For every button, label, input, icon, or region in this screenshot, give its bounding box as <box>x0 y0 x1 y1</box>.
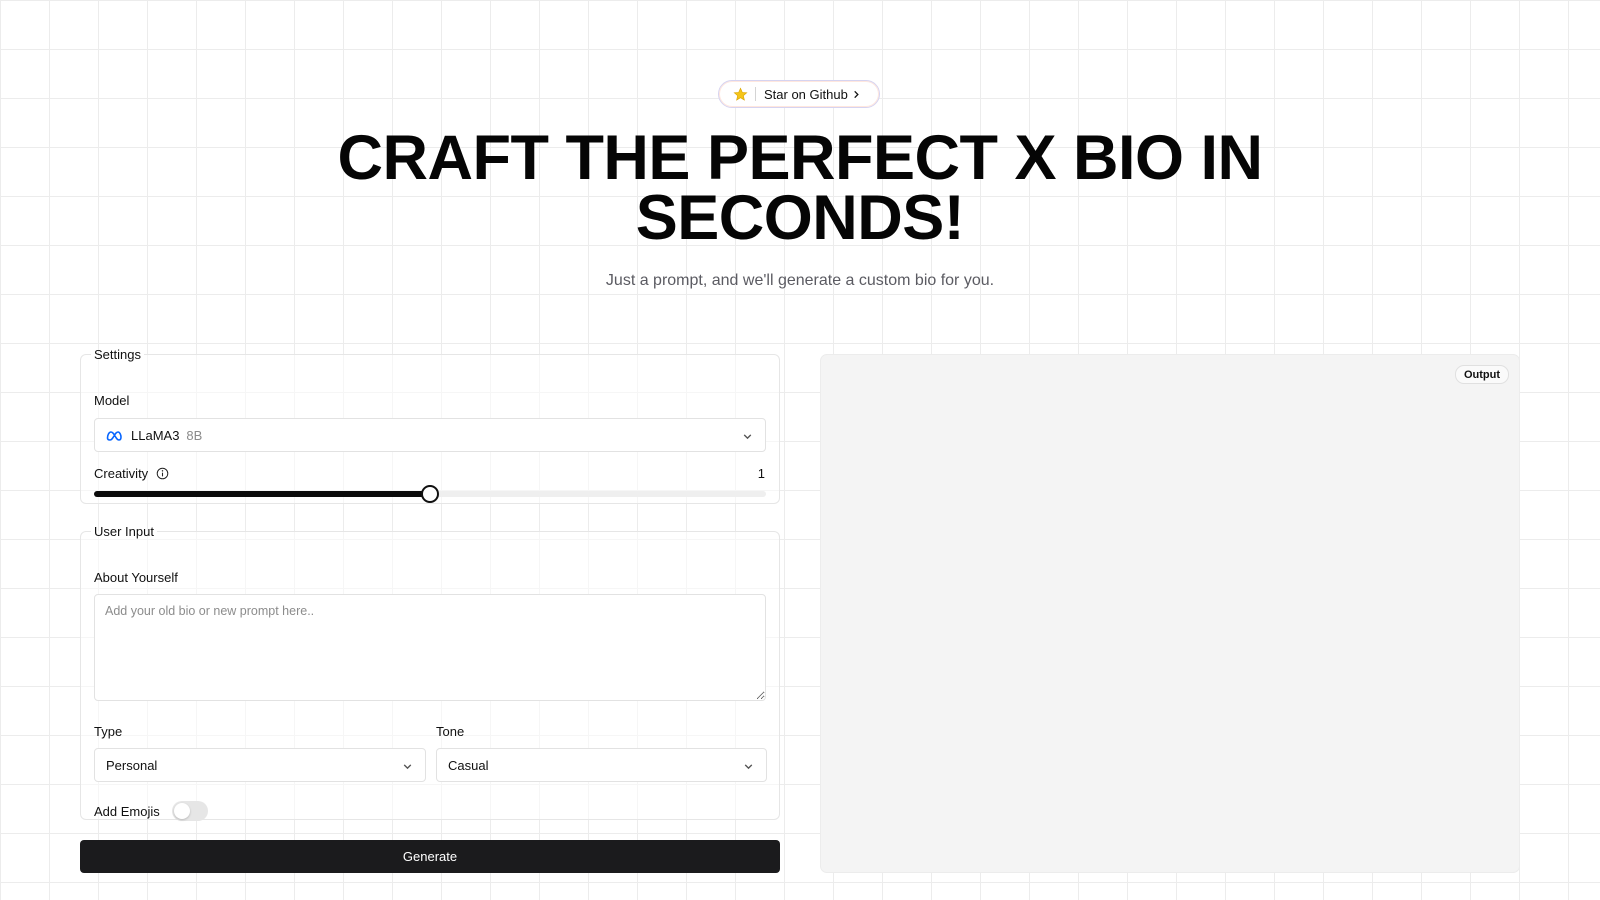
add-emojis-label: Add Emojis <box>94 804 160 819</box>
generate-button[interactable]: Generate <box>80 840 780 873</box>
creativity-label: Creativity <box>94 466 149 481</box>
model-label: Model <box>94 393 130 408</box>
model-name: LLaMA3 <box>131 427 180 443</box>
settings-legend: Settings <box>94 347 141 362</box>
about-yourself-input[interactable] <box>94 594 766 701</box>
model-select[interactable]: LLaMA3 8B <box>94 418 766 452</box>
creativity-slider[interactable] <box>94 485 766 503</box>
github-label: Star on Github <box>764 86 848 102</box>
page-title-line-2: SECONDS! <box>635 183 965 253</box>
pill-divider <box>755 87 756 101</box>
type-value: Personal <box>106 757 158 773</box>
output-panel: Output <box>820 354 1520 873</box>
add-emojis-toggle[interactable] <box>172 801 208 821</box>
page-subtitle: Just a prompt, and we'll generate a cust… <box>605 272 995 289</box>
tone-value: Casual <box>448 757 489 773</box>
creativity-slider-fill <box>94 491 430 497</box>
user-input-legend: User Input <box>94 524 154 539</box>
creativity-label-row: Creativity <box>94 466 169 481</box>
user-input-card: User Input About Yourself Type Tone Pers… <box>80 524 780 821</box>
chevron-down-icon <box>742 430 753 445</box>
info-icon[interactable] <box>156 467 169 480</box>
type-select[interactable]: Personal <box>94 748 426 782</box>
star-on-github-button[interactable]: Star on Github <box>718 80 880 108</box>
star-icon <box>719 86 749 102</box>
chevron-right-icon <box>852 90 861 99</box>
creativity-slider-thumb[interactable] <box>421 485 439 503</box>
meta-logo-icon <box>105 429 123 441</box>
output-badge: Output <box>1454 365 1509 384</box>
settings-card: Settings Model LLaMA3 8B Creativity 1 <box>80 347 780 504</box>
creativity-value: 1 <box>757 466 765 481</box>
type-label: Type <box>94 724 123 739</box>
about-yourself-label: About Yourself <box>94 570 178 585</box>
page-title-line-1: CRAFT THE PERFECT X BIO IN <box>337 123 1263 193</box>
page-title: CRAFT THE PERFECT X BIO IN SECONDS! <box>0 123 1600 253</box>
model-size: 8B <box>186 427 203 443</box>
tone-label: Tone <box>436 724 465 739</box>
tone-select[interactable]: Casual <box>436 748 767 782</box>
chevron-down-icon <box>743 760 754 775</box>
toggle-knob <box>174 803 190 819</box>
chevron-down-icon <box>402 760 413 775</box>
